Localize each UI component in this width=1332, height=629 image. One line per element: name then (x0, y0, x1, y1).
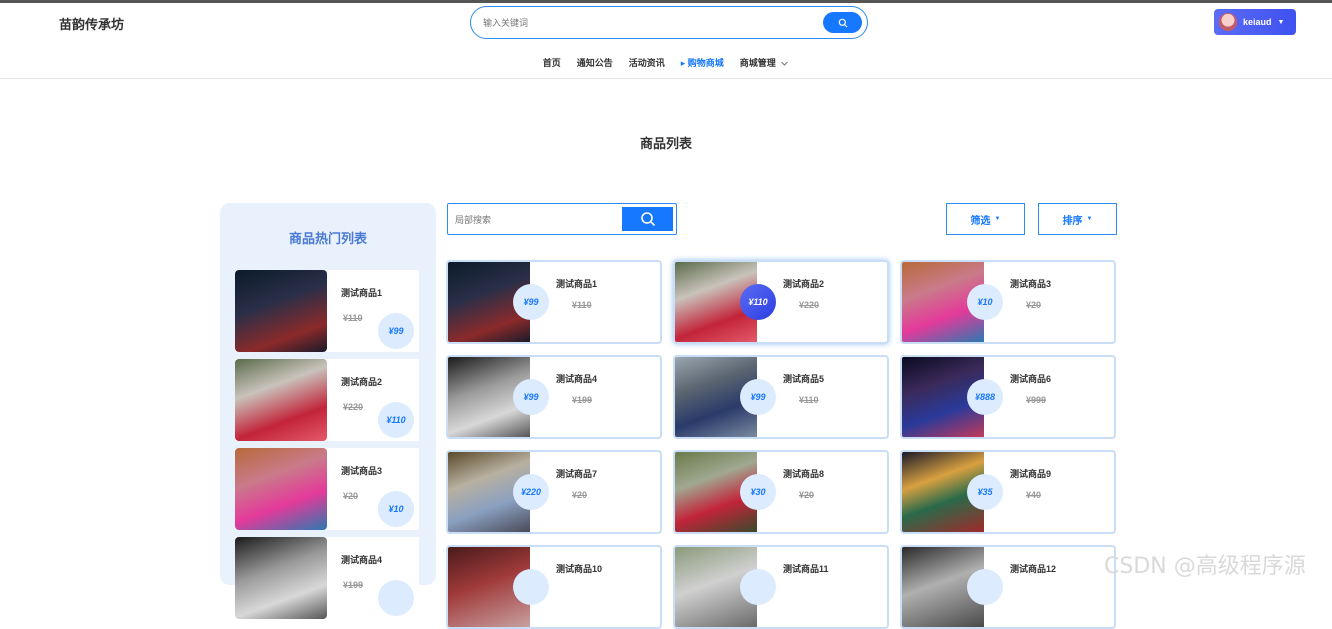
search-input[interactable] (483, 15, 803, 30)
product-name: 测试商品5 (783, 374, 825, 384)
sidebar-title: 商品热门列表 (288, 231, 367, 246)
product-price-badge (513, 569, 549, 605)
site-logo[interactable]: 苗韵传承坊 (59, 14, 124, 33)
avatar (1219, 13, 1237, 31)
product-old-price: ¥199 (343, 580, 364, 590)
product-name: 测试商品4 (341, 555, 383, 565)
main-nav: 首页 通知公告 活动资讯 ▸ 购物商城 商城管理 (0, 56, 1332, 76)
header: 苗韵传承坊 keiaud ▼ 首页 通知公告 活动资讯 ▸ 购物商城 商城管理 (0, 3, 1332, 79)
product-price-badge: ¥99 (513, 284, 549, 320)
product-price-badge: ¥30 (740, 474, 776, 510)
chevron-down-icon (781, 61, 789, 66)
nav-item-home[interactable]: 首页 (543, 56, 561, 76)
nav-item-shop-manage-label: 商城管理 (739, 58, 776, 68)
product-old-price: ¥110 (572, 300, 592, 310)
product-card[interactable]: 测试商品10 (446, 545, 662, 629)
filter-button[interactable]: 筛选 ▼ (946, 203, 1025, 235)
product-card[interactable]: ¥99 测试商品4 ¥199 (446, 355, 662, 439)
user-name: keiaud (1243, 17, 1272, 27)
product-name: 测试商品6 (1010, 374, 1052, 384)
product-name: 测试商品9 (1010, 469, 1052, 479)
product-price-badge: ¥99 (740, 379, 776, 415)
product-old-price: ¥40 (1026, 490, 1042, 500)
product-card[interactable]: ¥888 测试商品6 ¥999 (900, 355, 1116, 439)
nav-item-shop-manage[interactable]: 商城管理 (740, 56, 790, 76)
product-old-price: ¥220 (343, 402, 364, 412)
search-button[interactable] (823, 12, 862, 33)
caret-down-icon: ▼ (1086, 216, 1093, 222)
product-old-price: ¥20 (343, 491, 359, 501)
product-old-price: ¥999 (1026, 395, 1047, 405)
product-price-badge (967, 569, 1003, 605)
product-card[interactable]: ¥99 测试商品1 ¥110 (446, 260, 662, 344)
user-menu[interactable]: keiaud ▼ (1214, 9, 1296, 35)
local-search (447, 203, 677, 235)
page-title: 商品列表 (639, 136, 692, 151)
hot-product-item[interactable]: 测试商品1 ¥110 ¥99 (235, 270, 419, 352)
product-card[interactable]: 测试商品12 (900, 545, 1116, 629)
product-name: 测试商品3 (341, 466, 383, 476)
product-card[interactable]: ¥10 测试商品3 ¥20 (900, 260, 1116, 344)
product-price-badge: ¥10 (378, 491, 414, 527)
product-old-price: ¥199 (572, 395, 593, 405)
product-old-price: ¥20 (799, 490, 815, 500)
local-search-input[interactable] (455, 213, 615, 227)
product-card[interactable]: ¥99 测试商品5 ¥110 (673, 355, 889, 439)
product-price-badge: ¥10 (967, 284, 1003, 320)
caret-down-icon: ▼ (994, 216, 1001, 222)
product-name: 测试商品2 (783, 279, 825, 289)
product-image (235, 448, 327, 530)
product-price-badge: ¥110 (740, 284, 776, 320)
product-old-price: ¥20 (1026, 300, 1042, 310)
product-name: 测试商品1 (556, 279, 598, 289)
product-price-badge (740, 569, 776, 605)
nav-item-news[interactable]: 活动资讯 (629, 56, 665, 76)
product-price-badge: ¥220 (513, 474, 549, 510)
product-price-badge: ¥35 (967, 474, 1003, 510)
hot-product-item[interactable]: 测试商品4 ¥199 (235, 537, 419, 619)
product-image (235, 537, 327, 619)
product-card[interactable]: ¥35 测试商品9 ¥40 (900, 450, 1116, 534)
caret-down-icon: ▼ (1277, 18, 1285, 26)
product-card[interactable]: ¥220 测试商品7 ¥20 (446, 450, 662, 534)
product-name: 测试商品4 (556, 374, 598, 384)
product-card[interactable]: 测试商品11 (673, 545, 889, 629)
filter-label: 筛选 (970, 215, 991, 227)
product-old-price: ¥110 (799, 395, 819, 405)
product-name: 测试商品2 (341, 377, 383, 387)
local-search-button[interactable] (622, 207, 673, 231)
nav-item-shop[interactable]: ▸ 购物商城 (681, 56, 724, 76)
watermark: CSDN @高级程序源 (1104, 554, 1306, 579)
nav-item-notices[interactable]: 通知公告 (577, 56, 613, 76)
hot-product-item[interactable]: 测试商品3 ¥20 ¥10 (235, 448, 419, 530)
product-price-badge (378, 580, 414, 616)
product-image (235, 359, 327, 441)
product-name: 测试商品7 (556, 469, 598, 479)
product-name: 测试商品10 (556, 564, 603, 574)
product-name: 测试商品8 (783, 469, 825, 479)
hot-products-sidebar: 商品热门列表 测试商品1 ¥110 ¥99 测试商品2 ¥220 ¥110 测试… (220, 203, 436, 619)
product-name: 测试商品12 (1010, 564, 1057, 574)
search-icon (640, 212, 655, 227)
hot-product-item[interactable]: 测试商品2 ¥220 ¥110 (235, 359, 419, 441)
product-old-price: ¥20 (572, 490, 588, 500)
product-price-badge: ¥99 (378, 313, 414, 349)
product-old-price: ¥220 (799, 300, 820, 310)
product-old-price: ¥110 (343, 313, 363, 323)
product-name: 测试商品3 (1010, 279, 1052, 289)
product-card[interactable]: ¥30 测试商品8 ¥20 (673, 450, 889, 534)
sort-button[interactable]: 排序 ▼ (1038, 203, 1117, 235)
product-price-badge: ¥110 (378, 402, 414, 438)
sort-label: 排序 (1062, 215, 1083, 227)
product-price-badge: ¥888 (967, 379, 1003, 415)
product-card[interactable]: ¥110 测试商品2 ¥220 (673, 260, 889, 344)
product-image (235, 270, 327, 352)
search-icon (838, 18, 847, 27)
global-search (470, 6, 868, 39)
product-name: 测试商品11 (783, 564, 829, 574)
product-price-badge: ¥99 (513, 379, 549, 415)
product-name: 测试商品1 (341, 288, 383, 298)
